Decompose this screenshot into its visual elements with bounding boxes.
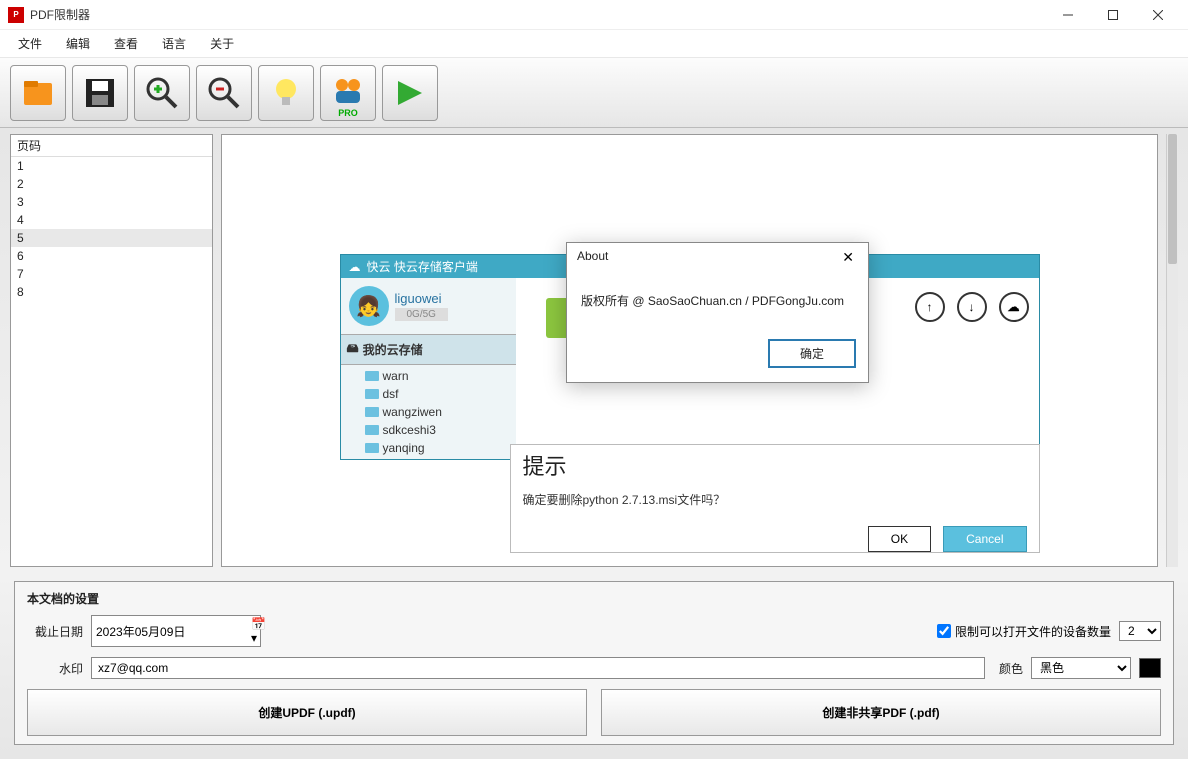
folder-icon bbox=[365, 389, 379, 399]
embedded-title: 快云 快云存储客户端 bbox=[367, 258, 478, 275]
tree-item[interactable]: dsf bbox=[361, 385, 516, 403]
save-button[interactable] bbox=[72, 65, 128, 121]
preview-scrollbar[interactable] bbox=[1166, 134, 1178, 567]
page-item[interactable]: 5 bbox=[11, 229, 212, 247]
pro-label: PRO bbox=[338, 108, 358, 118]
page-item[interactable]: 4 bbox=[11, 211, 212, 229]
users-pro-button[interactable]: PRO bbox=[320, 65, 376, 121]
about-ok-button[interactable]: 确定 bbox=[768, 339, 856, 368]
menu-view[interactable]: 查看 bbox=[102, 31, 150, 56]
page-item[interactable]: 2 bbox=[11, 175, 212, 193]
calendar-icon[interactable]: 📅▾ bbox=[251, 617, 266, 645]
page-item[interactable]: 1 bbox=[11, 157, 212, 175]
deadline-input[interactable]: 📅▾ bbox=[91, 615, 261, 647]
tree-item[interactable]: wangziwen bbox=[361, 403, 516, 421]
watermark-label: 水印 bbox=[27, 660, 83, 677]
about-title: About bbox=[577, 249, 608, 266]
page-header: 页码 bbox=[11, 135, 212, 157]
device-count-select[interactable]: 2 bbox=[1119, 621, 1161, 641]
prompt-cancel-button[interactable]: Cancel bbox=[943, 526, 1026, 552]
color-select[interactable]: 黑色 bbox=[1031, 657, 1131, 679]
cloud-sync-icon[interactable]: ☁ bbox=[999, 292, 1029, 322]
color-label: 颜色 bbox=[993, 660, 1023, 677]
tree-header[interactable]: 🖴 我的云存储 bbox=[341, 334, 516, 365]
titlebar: P PDF限制器 bbox=[0, 0, 1188, 30]
page-list[interactable]: 12345678 bbox=[11, 157, 212, 566]
menu-file[interactable]: 文件 bbox=[6, 31, 54, 56]
color-swatch[interactable] bbox=[1139, 658, 1161, 678]
page-item[interactable]: 6 bbox=[11, 247, 212, 265]
create-pdf-button[interactable]: 创建非共享PDF (.pdf) bbox=[601, 689, 1161, 736]
app-title: PDF限制器 bbox=[30, 6, 1045, 23]
app-icon: P bbox=[8, 7, 24, 23]
menu-edit[interactable]: 编辑 bbox=[54, 31, 102, 56]
maximize-button[interactable] bbox=[1090, 1, 1135, 29]
delete-prompt: 提示 确定要删除python 2.7.13.msi文件吗？ OK Cancel bbox=[510, 444, 1040, 553]
about-dialog: About ✕ 版权所有 @ SaoSaoChuan.cn / PDFGongJ… bbox=[566, 242, 869, 383]
page-item[interactable]: 8 bbox=[11, 283, 212, 301]
watermark-input[interactable] bbox=[91, 657, 985, 679]
avatar: 👧 bbox=[349, 286, 389, 326]
about-body: 版权所有 @ SaoSaoChuan.cn / PDFGongJu.com bbox=[567, 272, 868, 329]
tree-item[interactable]: yanqing bbox=[361, 439, 516, 457]
limit-devices-checkbox[interactable]: 限制可以打开文件的设备数量 bbox=[937, 623, 1111, 640]
folder-icon bbox=[365, 443, 379, 453]
zoom-in-button[interactable] bbox=[134, 65, 190, 121]
menubar: 文件 编辑 查看 语言 关于 bbox=[0, 30, 1188, 58]
download-icon[interactable]: ↓ bbox=[957, 292, 987, 322]
prompt-text: 确定要删除python 2.7.13.msi文件吗？ bbox=[511, 485, 1039, 520]
page-item[interactable]: 3 bbox=[11, 193, 212, 211]
toolbar: PRO bbox=[0, 58, 1188, 128]
menu-language[interactable]: 语言 bbox=[150, 31, 198, 56]
zoom-out-button[interactable] bbox=[196, 65, 252, 121]
drive-icon: 🖴 bbox=[347, 339, 359, 360]
about-close-button[interactable]: ✕ bbox=[838, 249, 858, 266]
deadline-label: 截止日期 bbox=[27, 623, 83, 640]
page-item[interactable]: 7 bbox=[11, 265, 212, 283]
run-button[interactable] bbox=[382, 65, 438, 121]
idea-button[interactable] bbox=[258, 65, 314, 121]
page-panel: 页码 12345678 bbox=[10, 134, 213, 567]
cloud-icon: ☁ bbox=[349, 260, 361, 274]
folder-icon bbox=[365, 371, 379, 381]
minimize-button[interactable] bbox=[1045, 1, 1090, 29]
tree-item[interactable]: warn bbox=[361, 367, 516, 385]
folder-icon bbox=[365, 407, 379, 417]
close-button[interactable] bbox=[1135, 1, 1180, 29]
menu-about[interactable]: 关于 bbox=[198, 31, 246, 56]
folder-tree[interactable]: warndsfwangziwensdkceshi3yanqing bbox=[341, 365, 516, 459]
tree-item[interactable]: sdkceshi3 bbox=[361, 421, 516, 439]
folder-icon bbox=[365, 425, 379, 435]
upload-icon[interactable]: ↑ bbox=[915, 292, 945, 322]
settings-panel: 本文档的设置 截止日期 📅▾ 限制可以打开文件的设备数量 2 水印 颜色 黑色 bbox=[0, 573, 1188, 759]
prompt-title: 提示 bbox=[511, 445, 1039, 485]
username: liguowei bbox=[395, 291, 448, 306]
settings-title: 本文档的设置 bbox=[27, 590, 1161, 607]
open-button[interactable] bbox=[10, 65, 66, 121]
prompt-ok-button[interactable]: OK bbox=[868, 526, 931, 552]
scrollbar-thumb[interactable] bbox=[1168, 134, 1177, 264]
quota: 0G/5G bbox=[395, 308, 448, 321]
create-updf-button[interactable]: 创建UPDF (.updf) bbox=[27, 689, 587, 736]
